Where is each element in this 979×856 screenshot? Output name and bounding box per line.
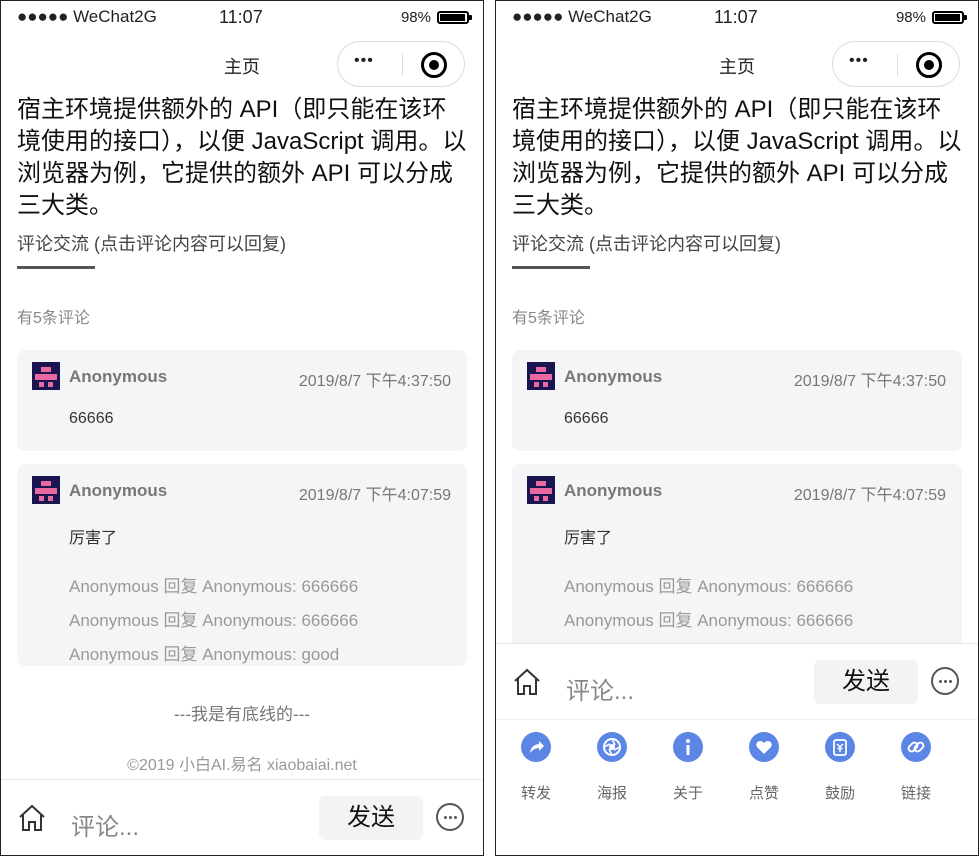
comment-author: Anonymous: [69, 367, 168, 386]
home-icon[interactable]: [512, 668, 542, 696]
comment-author: Anonymous: [564, 367, 663, 386]
battery-indicator: 98%: [400, 9, 472, 26]
comment-time: 2019/8/7 下午4:07:59: [793, 487, 946, 504]
share-action-panel: 转发 海报 关于 点赞 鼓励 链接: [496, 719, 978, 855]
action-label: 链接: [900, 785, 931, 802]
close-target-icon[interactable]: [916, 52, 942, 78]
clock: 11:07: [714, 7, 758, 27]
avatar: [32, 362, 60, 390]
comment-body[interactable]: 厉害了: [564, 524, 612, 548]
battery-indicator: 98%: [895, 9, 967, 26]
comment-count: 有5条评论: [512, 310, 585, 327]
scroll-content[interactable]: 宿主环境提供额外的 API（即只能在该环境使用的接口），以便 JavaScrip…: [1, 94, 483, 855]
link-icon: [901, 732, 931, 762]
action-label: 鼓励: [824, 785, 855, 802]
battery-icon: [437, 11, 472, 24]
comment-reply[interactable]: Anonymous 回复 Anonymous: 666666: [69, 572, 358, 597]
comment-body[interactable]: 厉害了: [69, 524, 117, 548]
battery-percent: 98%: [895, 9, 926, 26]
capsule-divider: [402, 54, 403, 76]
comment-card[interactable]: Anonymous 2019/8/7 下午4:37:50 66666: [17, 350, 467, 451]
comment-card[interactable]: Anonymous 2019/8/7 下午4:07:59 厉害了 Anonymo…: [17, 464, 467, 666]
battery-percent: 98%: [400, 9, 431, 26]
more-dots-button[interactable]: •••: [849, 52, 869, 70]
action-label: 海报: [596, 785, 627, 802]
comment-author: Anonymous: [564, 481, 663, 500]
section-underline: [17, 266, 95, 269]
signal-carrier: ●●●●● WeChat2G: [17, 7, 157, 26]
end-of-list-text: ---我是有底线的---: [174, 705, 310, 724]
status-bar: ●●●●● WeChat2G 11:07 98%: [496, 1, 978, 35]
comment-reply[interactable]: Anonymous 回复 Anonymous: 666666: [69, 606, 358, 631]
section-underline: [512, 266, 590, 269]
heart-icon: [749, 732, 779, 762]
comment-body[interactable]: 66666: [69, 410, 114, 428]
article-text: 宿主环境提供额外的 API（即只能在该环境使用的接口），以便 JavaScrip…: [17, 96, 467, 219]
article-text: 宿主环境提供额外的 API（即只能在该环境使用的接口），以便 JavaScrip…: [512, 96, 962, 219]
battery-icon: [932, 11, 967, 24]
comment-card[interactable]: Anonymous 2019/8/7 下午4:37:50 66666: [512, 350, 962, 451]
action-reward[interactable]: 鼓励: [802, 720, 878, 810]
comment-time: 2019/8/7 下午4:07:59: [298, 487, 451, 504]
more-options-icon[interactable]: [931, 667, 959, 695]
comments-section-title: 评论交流 (点击评论内容可以回复): [512, 234, 781, 254]
clock: 11:07: [219, 7, 263, 27]
comment-reply[interactable]: Anonymous 回复 Anonymous: 666666: [564, 572, 853, 597]
phone-screen-left: ●●●●● WeChat2G 11:07 98% 主页 ••• 宿主环境提供额外…: [0, 0, 484, 856]
aperture-icon: [597, 732, 627, 762]
mini-program-capsule: •••: [832, 41, 960, 87]
comment-input-bar: 评论... 发送: [496, 643, 978, 719]
action-share[interactable]: 转发: [498, 720, 574, 810]
comment-time: 2019/8/7 下午4:37:50: [298, 373, 451, 390]
comment-body[interactable]: 66666: [564, 410, 609, 428]
action-like[interactable]: 点赞: [726, 720, 802, 810]
mini-program-capsule: •••: [337, 41, 465, 87]
comment-reply[interactable]: Anonymous 回复 Anonymous: good: [69, 640, 339, 665]
comment-count: 有5条评论: [17, 310, 90, 327]
comments-section-title: 评论交流 (点击评论内容可以回复): [17, 234, 286, 254]
action-label: 转发: [520, 785, 551, 802]
share-icon: [521, 732, 551, 762]
action-label: 关于: [672, 785, 703, 802]
home-icon[interactable]: [17, 804, 47, 832]
comment-author: Anonymous: [69, 481, 168, 500]
comment-input[interactable]: 评论...: [71, 807, 139, 842]
send-button[interactable]: 发送: [814, 660, 918, 704]
reward-icon: [825, 732, 855, 762]
status-bar: ●●●●● WeChat2G 11:07 98%: [1, 1, 483, 35]
capsule-divider: [897, 54, 898, 76]
signal-carrier: ●●●●● WeChat2G: [512, 7, 652, 26]
avatar: [527, 362, 555, 390]
comment-reply[interactable]: Anonymous 回复 Anonymous: 666666: [564, 606, 853, 631]
info-icon: [673, 732, 703, 762]
send-button[interactable]: 发送: [319, 796, 423, 840]
avatar: [32, 476, 60, 504]
copyright-text: ©2019 小白AI.易名 xiaobaiai.net: [127, 757, 357, 774]
comment-input[interactable]: 评论...: [566, 671, 634, 706]
phone-screen-right: ●●●●● WeChat2G 11:07 98% 主页 ••• 宿主环境提供额外…: [495, 0, 979, 856]
action-link[interactable]: 链接: [878, 720, 954, 810]
comment-card[interactable]: Anonymous 2019/8/7 下午4:07:59 厉害了 Anonymo…: [512, 464, 962, 666]
action-about[interactable]: 关于: [650, 720, 726, 810]
comment-input-bar: 评论... 发送: [1, 779, 483, 855]
action-label: 点赞: [748, 785, 779, 802]
close-target-icon[interactable]: [421, 52, 447, 78]
more-options-icon[interactable]: [436, 803, 464, 831]
avatar: [527, 476, 555, 504]
action-poster[interactable]: 海报: [574, 720, 650, 810]
more-dots-button[interactable]: •••: [354, 52, 374, 70]
comment-time: 2019/8/7 下午4:37:50: [793, 373, 946, 390]
